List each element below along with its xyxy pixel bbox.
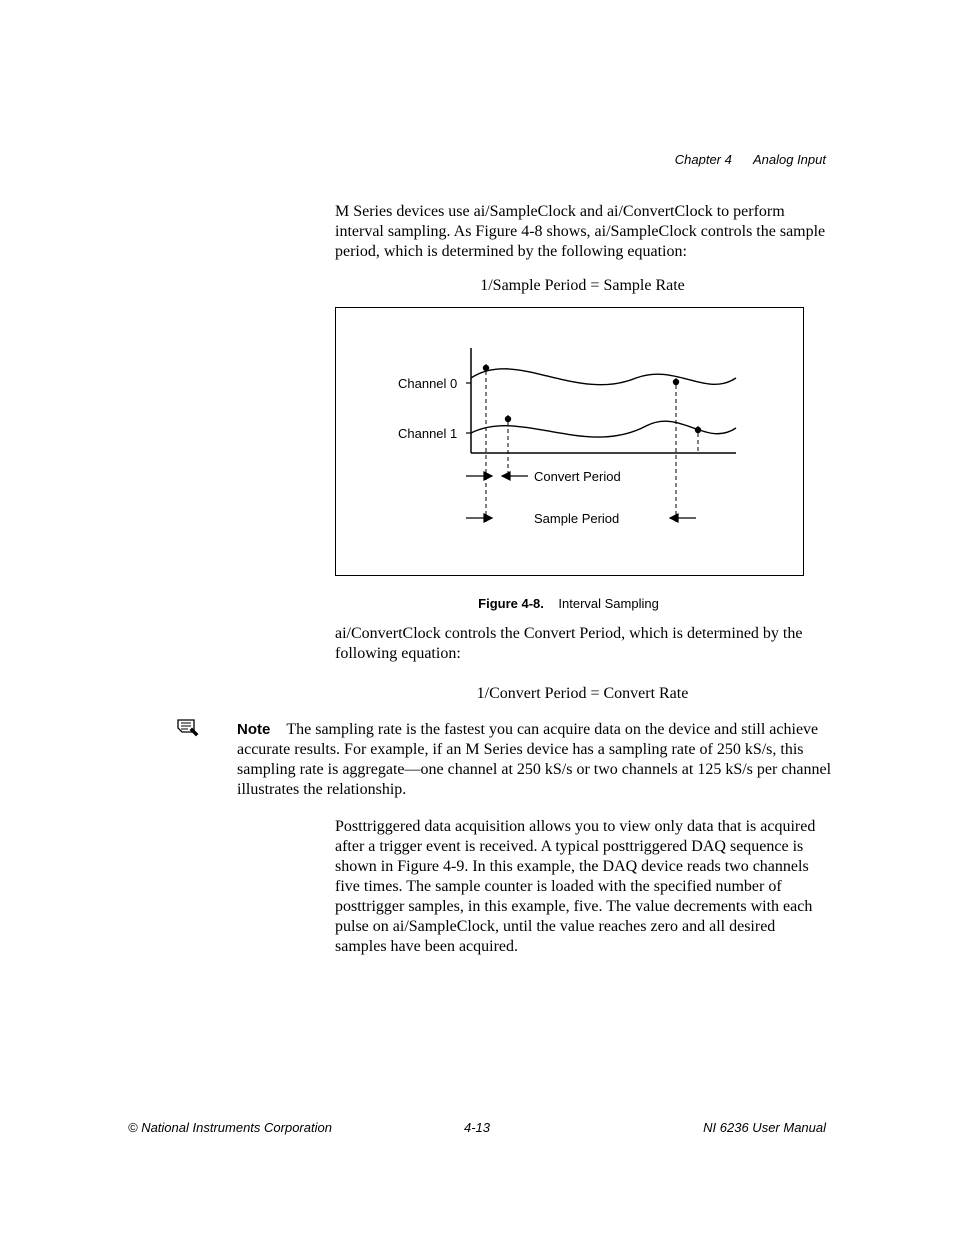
figure-label-channel-1: Channel 1 (398, 426, 457, 441)
equation-sample-rate: 1/Sample Period = Sample Rate (335, 276, 830, 296)
equation-convert-rate: 1/Convert Period = Convert Rate (335, 684, 830, 704)
running-header: Chapter 4 Analog Input (675, 152, 826, 167)
paragraph-intro: M Series devices use ai/SampleClock and … (335, 202, 830, 262)
note-label: Note (237, 721, 270, 738)
figure-title: Interval Sampling (558, 596, 658, 611)
figure-label-channel-0: Channel 0 (398, 376, 457, 391)
figure-label-convert-period: Convert Period (534, 469, 621, 484)
figure-label-sample-period: Sample Period (534, 511, 619, 526)
figure-number: Figure 4-8. (478, 596, 544, 611)
header-title: Analog Input (753, 152, 826, 167)
figure-interval-sampling: Channel 0 Channel 1 Convert Period Sampl… (335, 307, 804, 576)
figure-caption: Figure 4-8. Interval Sampling (335, 596, 802, 611)
note-block: Note The sampling rate is the fastest yo… (237, 720, 833, 800)
page: Chapter 4 Analog Input M Series devices … (0, 0, 954, 1235)
footer-manual-title: NI 6236 User Manual (703, 1120, 826, 1135)
paragraph-posttriggered: Posttriggered data acquisition allows yo… (335, 817, 830, 957)
note-icon (176, 718, 200, 738)
paragraph-convert-clock: ai/ConvertClock controls the Convert Per… (335, 624, 830, 664)
header-chapter: Chapter 4 (675, 152, 732, 167)
note-text: The sampling rate is the fastest you can… (237, 721, 831, 798)
interval-sampling-diagram-svg (336, 308, 803, 575)
